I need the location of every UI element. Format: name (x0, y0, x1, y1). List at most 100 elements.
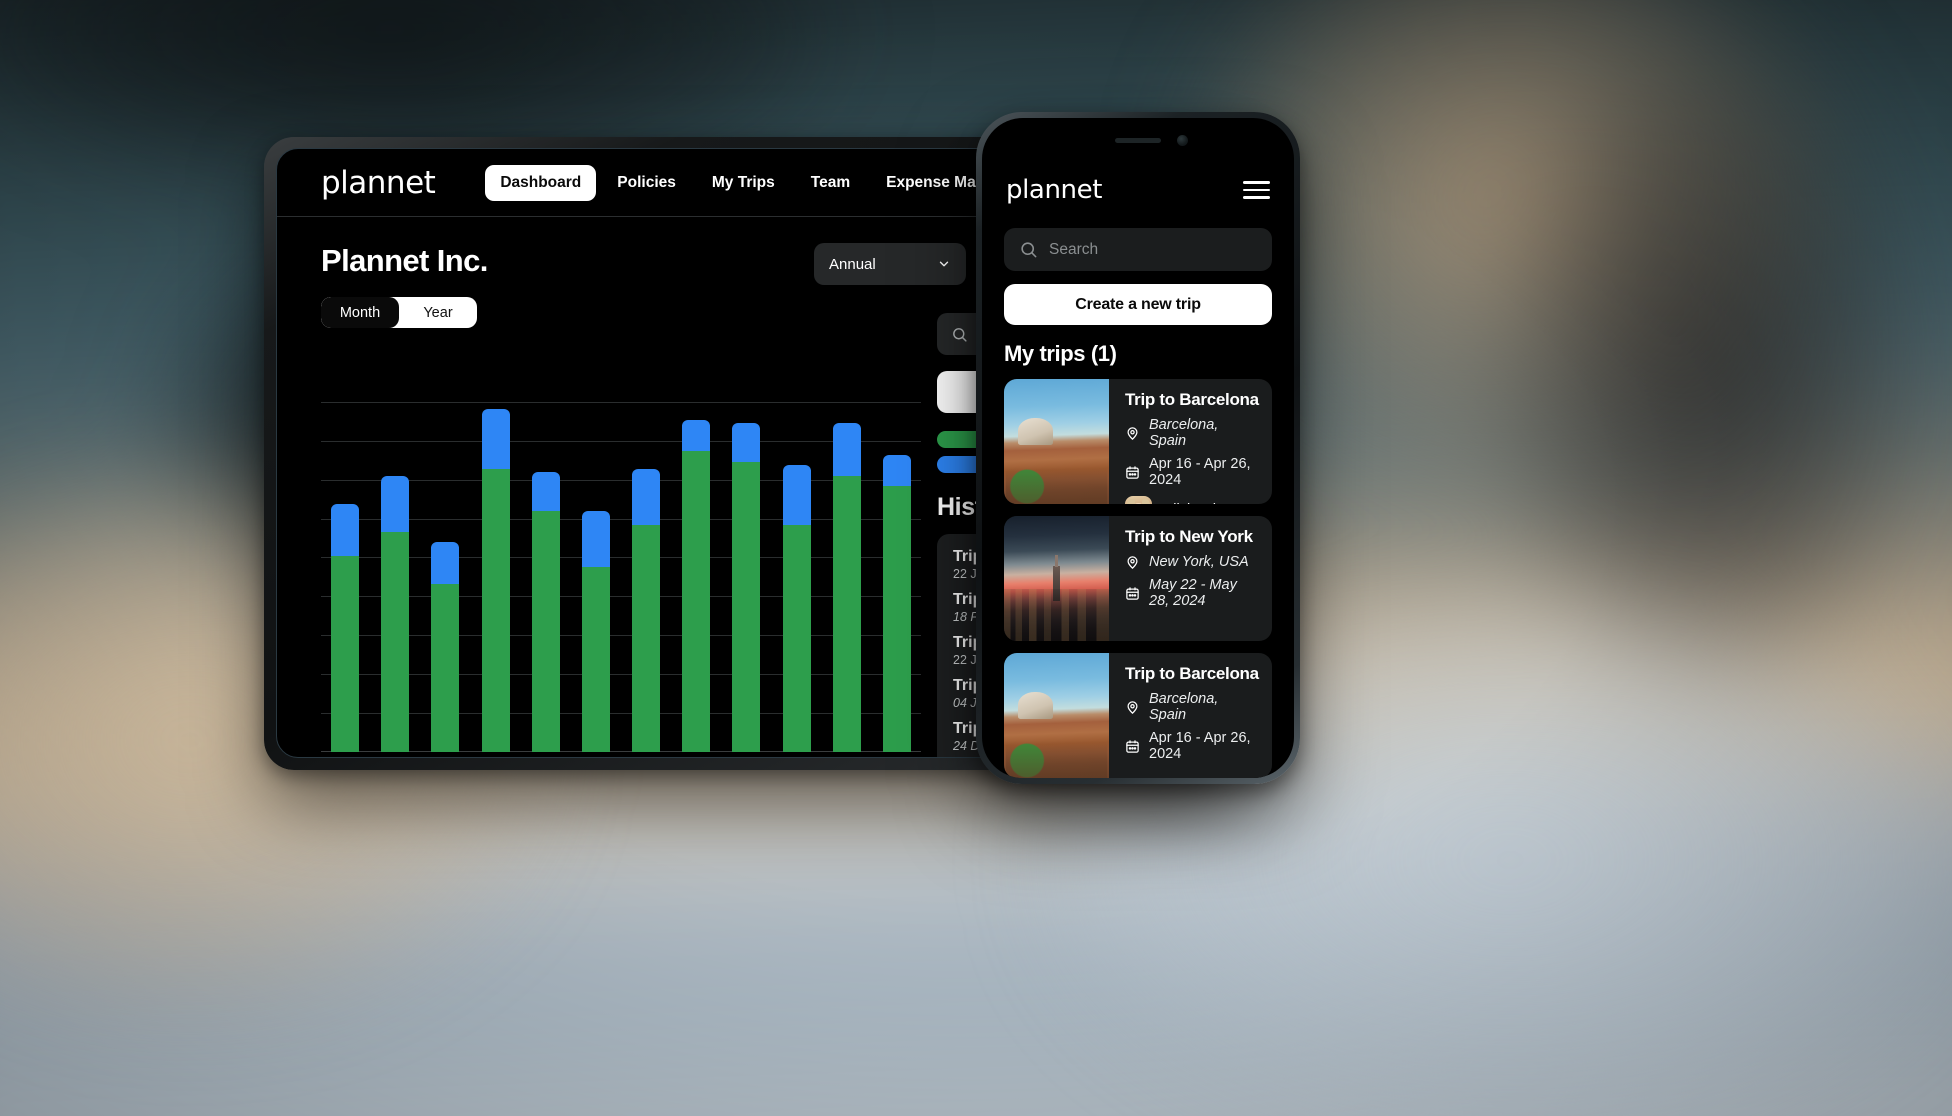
bar-segment-hotels (531, 472, 560, 511)
segment-month[interactable]: Month (321, 297, 399, 328)
phone-search-field[interactable]: Search (1004, 228, 1272, 271)
trip-card[interactable]: Trip to Barcelona Barcelona, Spain Apr 1… (1004, 379, 1272, 504)
location-pin-icon (1125, 700, 1140, 715)
hamburger-icon[interactable] (1243, 181, 1270, 199)
phone-header: plannet (982, 166, 1294, 214)
calendar-icon (1125, 586, 1140, 601)
my-trips-heading: My trips (1) (1004, 341, 1117, 366)
tablet-header-left: Plannet Inc. Month Year (321, 243, 488, 328)
bar-segment-hotels (581, 510, 610, 567)
bar-segment-hotels (381, 475, 410, 532)
chart-bar-nov[interactable] (832, 402, 861, 752)
period-segmented-control[interactable]: Month Year (321, 297, 477, 328)
bar-segment-hotels (732, 423, 761, 462)
bar-segment-flights (832, 475, 861, 752)
trip-title: Trip to New York (1125, 527, 1253, 546)
chart-bar-jan[interactable] (331, 402, 359, 752)
bar-segment-hotels (431, 542, 460, 584)
plannet-logo[interactable]: plannet (321, 165, 436, 201)
calendar-icon (1125, 739, 1140, 754)
trip-details: Trip to Barcelona Barcelona, Spain Apr 1… (1109, 379, 1272, 504)
trip-dates: Apr 16 - Apr 26, 2024 (1149, 456, 1251, 488)
trip-date-row: Apr 16 - Apr 26, 2024 (1125, 456, 1259, 488)
trip-card[interactable]: Trip to New York New York, USA May 22 - … (1004, 516, 1272, 641)
location-pin-icon (1125, 555, 1140, 570)
bar-segment-hotels (682, 419, 711, 451)
trip-thumbnail (1004, 653, 1109, 778)
trip-title: Trip to Barcelona (1125, 664, 1259, 683)
bar-segment-hotels (331, 503, 359, 556)
annual-select[interactable]: Annual (814, 243, 966, 285)
bar-segment-flights (882, 486, 911, 752)
bar-segment-flights (782, 524, 811, 752)
chart-bar-jun[interactable] (581, 402, 610, 752)
phone-screen: plannet Search Create a new trip My trip… (982, 118, 1294, 778)
chart-bar-apr[interactable] (481, 402, 510, 752)
trip-location: Barcelona, Spain (1149, 417, 1219, 449)
chart-bar-may[interactable] (531, 402, 560, 752)
chart-bar-mar[interactable] (431, 402, 460, 752)
expense-bar-chart: JanFebMarAprMayJunJulAugSepOctNovDec (321, 402, 921, 757)
search-icon (951, 326, 968, 343)
trip-thumbnail (1004, 516, 1109, 641)
bar-segment-hotels (882, 454, 911, 486)
trip-dates: May 22 - May 28, 2024 (1149, 577, 1237, 609)
trip-dates: Apr 16 - Apr 26, 2024 (1149, 730, 1251, 762)
bar-segment-flights (531, 510, 560, 752)
trip-date-row: Apr 16 - Apr 26, 2024 (1125, 730, 1259, 762)
trip-details: Trip to Barcelona Barcelona, Spain Apr 1… (1109, 653, 1272, 778)
chevron-down-icon (937, 257, 951, 271)
bar-segment-flights (732, 461, 761, 752)
avatar (1125, 496, 1152, 504)
create-new-trip-button-mobile[interactable]: Create a new trip (1004, 284, 1272, 325)
bar-segment-hotels (481, 409, 510, 469)
trip-thumbnail (1004, 379, 1109, 504)
nav-item-policies[interactable]: Policies (602, 165, 691, 201)
phone-top-bar (982, 118, 1294, 166)
chart-bars (321, 402, 921, 752)
bar-segment-hotels (832, 423, 861, 476)
bar-segment-hotels (782, 465, 811, 525)
trip-location: New York, USA (1149, 554, 1249, 570)
chart-bar-sep[interactable] (732, 402, 761, 752)
search-icon (1019, 240, 1038, 259)
trip-traveler-name: Olivia Rhye (1162, 502, 1236, 505)
phone-content: Search Create a new trip My trips (1) Tr… (982, 214, 1294, 778)
bar-segment-flights (581, 566, 610, 752)
bar-segment-flights (481, 468, 510, 752)
trip-location-row: New York, USA (1125, 554, 1259, 570)
nav-item-dashboard[interactable]: Dashboard (485, 164, 597, 201)
chart-bar-oct[interactable] (782, 402, 811, 752)
bar-segment-hotels (632, 468, 661, 525)
phone-speaker (1115, 138, 1161, 143)
page-title: Plannet Inc. (321, 243, 488, 278)
trip-card[interactable]: Trip to Barcelona Barcelona, Spain Apr 1… (1004, 653, 1272, 778)
segment-year[interactable]: Year (399, 297, 477, 328)
annual-select-value: Annual (829, 255, 876, 273)
bar-segment-flights (682, 451, 711, 752)
trip-traveler-row: Olivia Rhye (1125, 496, 1259, 504)
trip-location-row: Barcelona, Spain (1125, 691, 1259, 723)
chart-plot-area (321, 402, 921, 752)
trip-title: Trip to Barcelona (1125, 390, 1259, 409)
trip-date-row: May 22 - May 28, 2024 (1125, 577, 1259, 609)
phone-plannet-logo[interactable]: plannet (1006, 175, 1102, 205)
chart-bar-feb[interactable] (381, 402, 410, 752)
trip-location-row: Barcelona, Spain (1125, 417, 1259, 449)
bar-segment-flights (632, 524, 661, 752)
location-pin-icon (1125, 426, 1140, 441)
nav-item-my-trips[interactable]: My Trips (697, 165, 790, 201)
phone-search-placeholder: Search (1049, 240, 1099, 258)
nav-item-team[interactable]: Team (796, 165, 865, 201)
bar-segment-flights (431, 584, 460, 752)
trip-location: Barcelona, Spain (1149, 691, 1219, 723)
calendar-icon (1125, 465, 1140, 480)
chart-bar-dec[interactable] (882, 402, 911, 752)
bar-segment-flights (331, 556, 359, 752)
chart-bar-aug[interactable] (682, 402, 711, 752)
chart-bar-jul[interactable] (632, 402, 661, 752)
bar-segment-flights (381, 531, 410, 752)
phone-camera-icon (1177, 135, 1188, 146)
phone-device: plannet Search Create a new trip My trip… (976, 112, 1300, 784)
trip-details: Trip to New York New York, USA May 22 - … (1109, 516, 1272, 641)
